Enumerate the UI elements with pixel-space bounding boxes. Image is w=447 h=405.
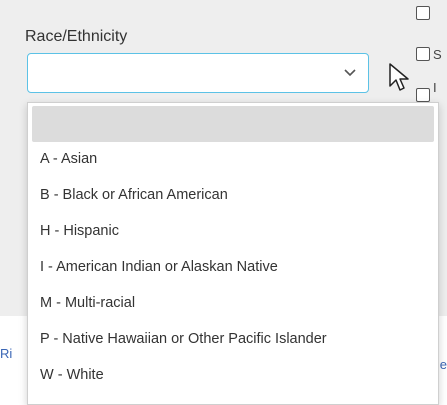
dropdown-option-american-indian[interactable]: I - American Indian or Alaskan Native (40, 255, 278, 279)
checkbox-3-label: I (433, 80, 437, 95)
checkbox-1[interactable] (416, 6, 430, 20)
dropdown-option-multi-racial[interactable]: M - Multi-racial (40, 291, 135, 315)
checkbox-2[interactable] (416, 47, 430, 61)
dropdown-option-hispanic[interactable]: H - Hispanic (40, 219, 119, 243)
mouse-pointer-icon (389, 63, 409, 91)
race-ethnicity-select[interactable] (27, 53, 369, 93)
dropdown-option-black[interactable]: B - Black or African American (40, 183, 228, 207)
dropdown-option-asian[interactable]: A - Asian (40, 147, 97, 171)
race-ethnicity-label: Race/Ethnicity (25, 28, 128, 45)
race-ethnicity-dropdown-list: A - Asian B - Black or African American … (27, 102, 439, 405)
dropdown-option-blank[interactable] (32, 106, 434, 142)
checkbox-3[interactable] (416, 88, 430, 102)
left-edge-link-text[interactable]: Ri (0, 346, 12, 361)
right-edge-link-text[interactable]: e (440, 357, 447, 372)
checkbox-2-label: S (433, 47, 442, 62)
dropdown-option-pacific-islander[interactable]: P - Native Hawaiian or Other Pacific Isl… (40, 327, 327, 351)
chevron-down-icon (344, 69, 356, 77)
dropdown-option-white[interactable]: W - White (40, 363, 104, 387)
